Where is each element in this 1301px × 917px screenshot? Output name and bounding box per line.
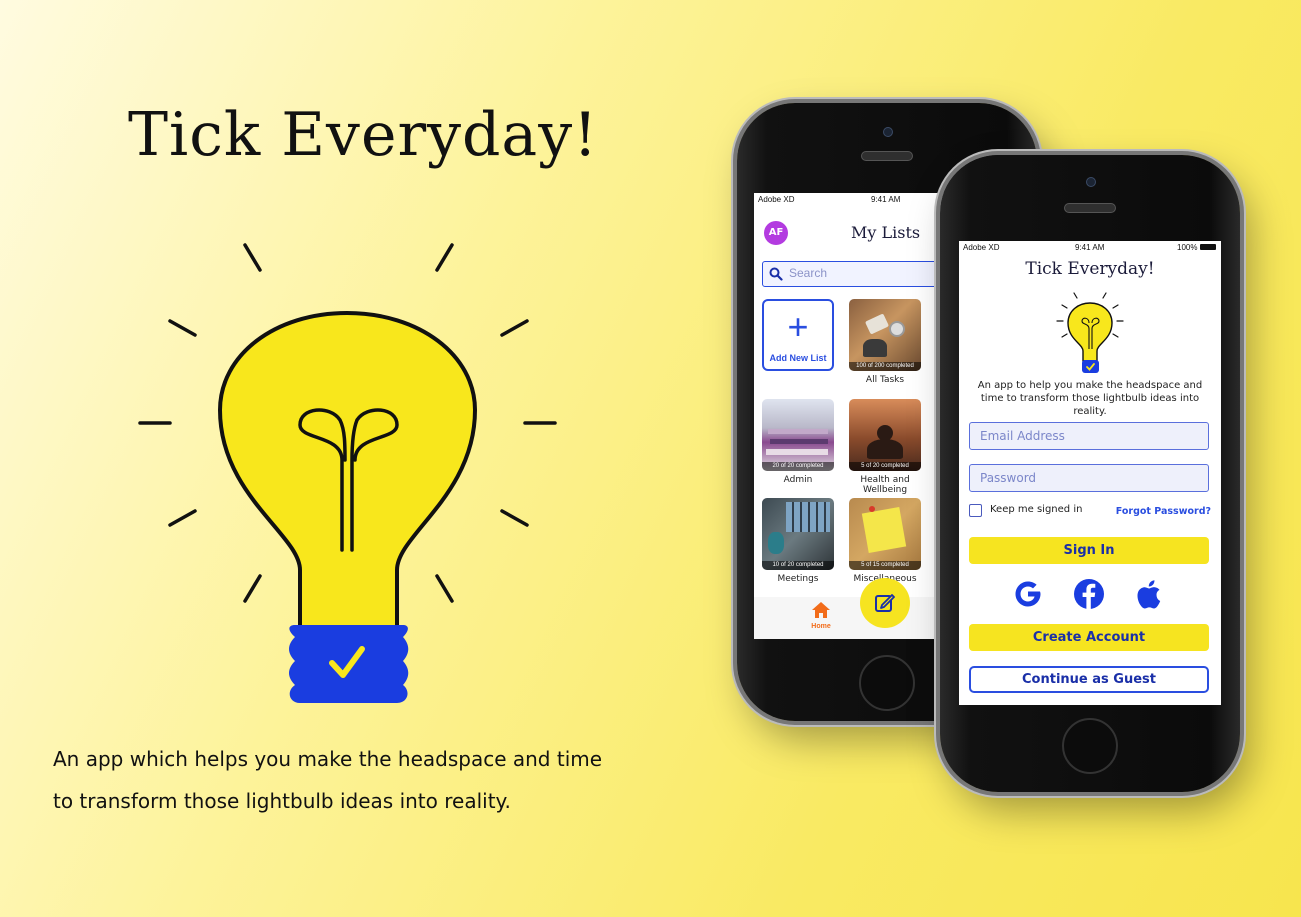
tab-home[interactable]: Home — [806, 601, 836, 635]
create-account-button[interactable]: Create Account — [969, 624, 1209, 651]
app-description: An app to help you make the headspace an… — [977, 380, 1203, 417]
earpiece — [1064, 203, 1116, 213]
search-bar[interactable] — [762, 261, 952, 287]
list-tile-label: Admin — [783, 475, 813, 485]
lightbulb-icon — [138, 243, 557, 703]
home-button[interactable] — [859, 655, 915, 711]
hero-title: Tick Everyday! — [128, 100, 599, 170]
time-text: 9:41 AM — [1075, 243, 1105, 252]
facebook-icon[interactable] — [1072, 577, 1106, 611]
avatar[interactable]: AF — [764, 221, 788, 245]
battery-icon — [1200, 244, 1216, 250]
list-tile-all-tasks[interactable]: 100 of 200 completed — [849, 299, 921, 371]
tile-image — [863, 339, 887, 357]
apple-icon[interactable] — [1133, 577, 1167, 611]
status-bar: Adobe XD 9:41 AM 100% — [959, 241, 1221, 255]
battery-text: 100% — [1177, 243, 1198, 252]
plus-icon: + — [787, 306, 809, 347]
front-camera — [883, 127, 893, 137]
tile-progress-badge: 20 of 20 completed — [762, 462, 834, 471]
front-phone: Adobe XD 9:41 AM 100% Tick Everyday! An … — [940, 155, 1240, 792]
tile-image — [768, 429, 828, 434]
tile-image — [768, 532, 784, 554]
google-icon[interactable] — [1011, 577, 1045, 611]
list-tile-label: All Tasks — [865, 375, 905, 385]
list-tile-label: Meetings — [777, 574, 819, 584]
tile-progress-badge: 5 of 15 completed — [849, 561, 921, 570]
home-icon — [812, 602, 830, 618]
list-tile-meetings[interactable]: 10 of 20 completed — [762, 498, 834, 570]
tile-image — [766, 449, 828, 455]
new-task-fab[interactable] — [860, 578, 910, 628]
add-new-list-label: Add New List — [769, 353, 827, 363]
page-title: My Lists — [851, 223, 921, 242]
tile-image — [786, 502, 830, 532]
lightbulb-logo-icon — [1056, 292, 1124, 373]
tile-progress-badge: 5 of 20 completed — [849, 462, 921, 471]
carrier-text: Adobe XD — [758, 195, 795, 204]
list-tile-health[interactable]: 5 of 20 completed — [849, 399, 921, 471]
tile-progress-badge: 100 of 200 completed — [849, 362, 921, 371]
edit-icon — [875, 594, 895, 612]
add-new-list-button[interactable]: + Add New List — [762, 299, 834, 371]
tile-image — [889, 321, 905, 337]
tile-image — [770, 439, 828, 444]
app-title: Tick Everyday! — [1025, 259, 1155, 279]
list-tile-label: Health and Wellbeing — [860, 475, 910, 495]
sign-in-screen: Adobe XD 9:41 AM 100% Tick Everyday! An … — [959, 241, 1221, 705]
password-field[interactable] — [969, 464, 1209, 492]
list-tile-misc[interactable]: 5 of 15 completed — [849, 498, 921, 570]
home-button[interactable] — [1062, 718, 1118, 774]
tile-progress-badge: 10 of 20 completed — [762, 561, 834, 570]
continue-as-guest-button[interactable]: Continue as Guest — [969, 666, 1209, 693]
tile-image — [867, 439, 903, 459]
keep-signed-in-label: Keep me signed in — [990, 504, 1083, 515]
front-camera — [1086, 177, 1096, 187]
time-text: 9:41 AM — [871, 195, 901, 204]
tab-home-label: Home — [811, 623, 831, 630]
hero-description-line: An app which helps you make the headspac… — [53, 747, 603, 771]
keep-signed-in-checkbox[interactable] — [969, 504, 982, 517]
hero-description-line: to transform those lightbulb ideas into … — [53, 789, 511, 813]
search-input[interactable] — [787, 265, 941, 281]
sticky-note-image — [861, 507, 907, 553]
email-field[interactable] — [969, 422, 1209, 450]
search-icon — [769, 267, 783, 281]
carrier-text: Adobe XD — [963, 243, 1000, 252]
list-tile-admin[interactable]: 20 of 20 completed — [762, 399, 834, 471]
forgot-password-link[interactable]: Forgot Password? — [1116, 506, 1211, 517]
tile-image — [864, 313, 890, 335]
hero-description: An app which helps you make the headspac… — [53, 738, 653, 822]
sign-in-button[interactable]: Sign In — [969, 537, 1209, 564]
earpiece — [861, 151, 913, 161]
pin-image — [869, 506, 875, 512]
